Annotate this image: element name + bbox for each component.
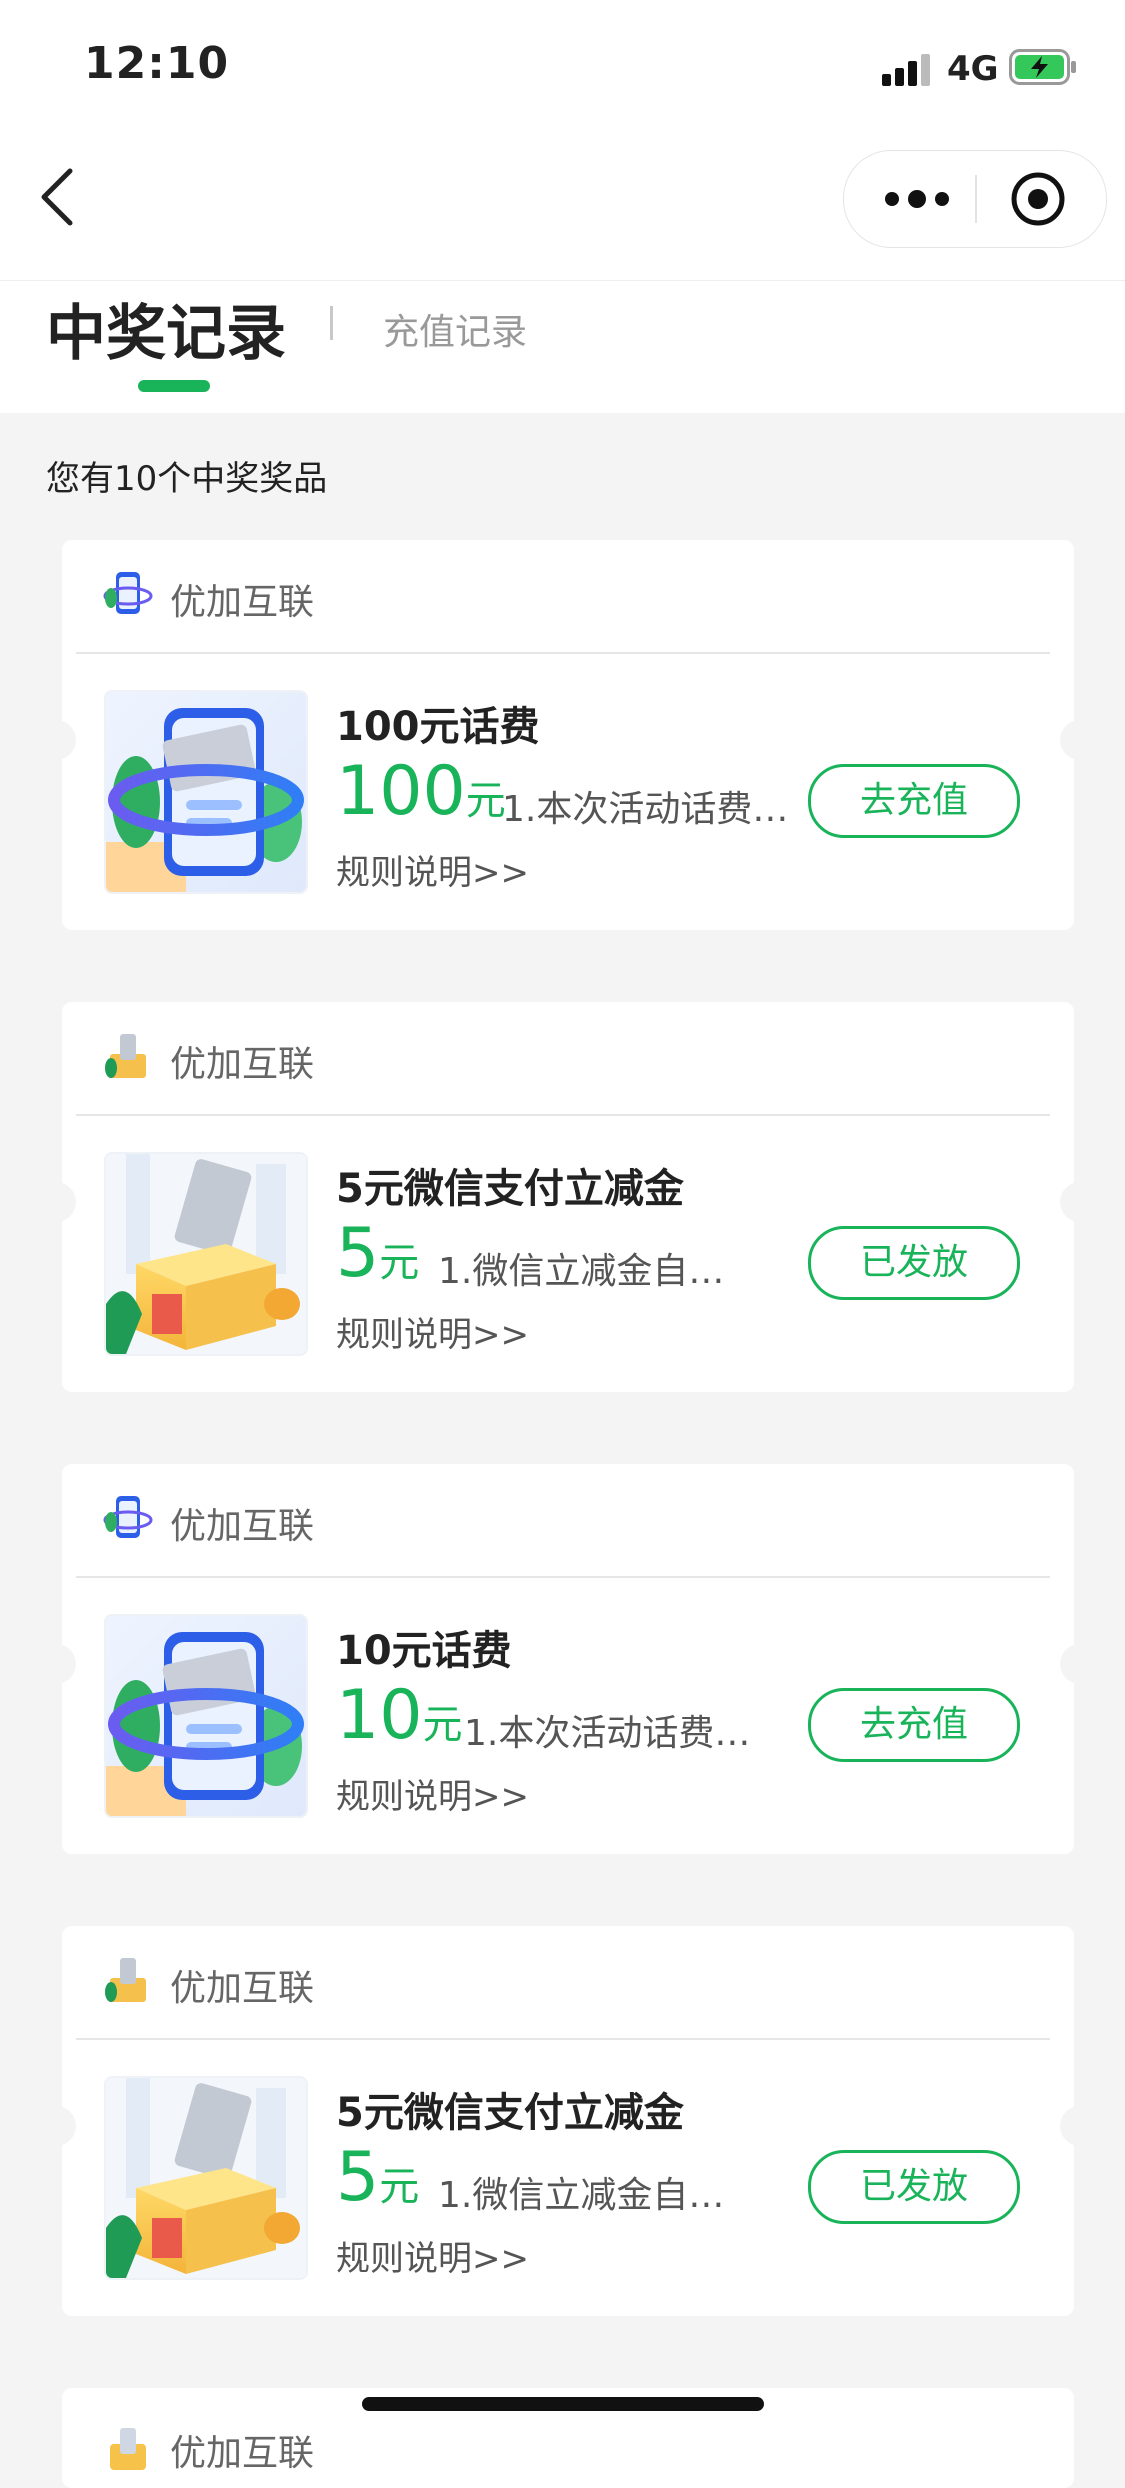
prize-title: 5元微信支付立减金: [336, 2090, 684, 2136]
card-notch-right: [1060, 1644, 1084, 1684]
rules-link[interactable]: 规则说明>>: [336, 2231, 529, 2280]
card-notch-left: [52, 2106, 76, 2146]
back-arrow-icon[interactable]: [38, 165, 78, 230]
card-notch-right: [1060, 1182, 1084, 1222]
card-divider: [76, 1114, 1050, 1116]
prize-title: 10元话费: [336, 1628, 512, 1674]
prize-card[interactable]: 优加互联 10元话费 10元 1.本次活动话费… 规则说明>> 去充值: [52, 1464, 1084, 1854]
issued-button[interactable]: 已发放: [808, 1226, 1020, 1300]
prize-description: 1.微信立减金自…: [438, 1251, 725, 1292]
more-dots-icon[interactable]: [884, 181, 950, 217]
recharge-button[interactable]: 去充值: [808, 1688, 1020, 1762]
prize-amount-unit: 元: [465, 778, 506, 824]
shop-name: 优加互联: [170, 1044, 315, 1085]
prize-card[interactable]: 优加互联 5元微信支付立减金 5元 1.微信立减金自… 规则说明>> 已发放: [52, 1926, 1084, 2316]
shop-name: 优加互联: [170, 1506, 315, 1547]
prize-thumbnail: [104, 1152, 308, 1356]
prize-thumbnail: [104, 2076, 308, 2280]
prize-amount-unit: 元: [379, 2164, 420, 2210]
home-indicator: [362, 2397, 764, 2411]
card-notch-left: [52, 1182, 76, 1222]
card-divider: [76, 1576, 1050, 1578]
shop-name: 优加互联: [170, 2433, 315, 2474]
mini-program-capsule: [843, 150, 1107, 248]
prize-amount: 100元: [336, 758, 506, 826]
rules-link[interactable]: 规则说明>>: [336, 1307, 529, 1356]
gift-box-icon: [110, 2428, 146, 2470]
rules-link[interactable]: 规则说明>>: [336, 1769, 529, 1818]
prize-amount-value: 100: [336, 752, 466, 831]
shop-name: 优加互联: [170, 1968, 315, 2009]
rules-link[interactable]: 规则说明>>: [336, 845, 529, 894]
card-notch-left: [52, 720, 76, 760]
prize-thumbnail: [104, 690, 308, 894]
prize-description: 1.微信立减金自…: [438, 2175, 725, 2216]
prize-description: 1.本次活动话费…: [502, 789, 789, 830]
prize-card[interactable]: 优加互联 100元话费 100元 1.本次活动话费… 规则说明>> 去充值: [52, 540, 1084, 930]
card-notch-right: [1060, 2106, 1084, 2146]
card-divider: [76, 2038, 1050, 2040]
capsule-divider: [975, 175, 977, 223]
phone-card-icon: [103, 1496, 153, 1538]
prize-amount: 5元: [336, 1220, 419, 1288]
tab-divider: [330, 306, 333, 340]
gift-box-icon: [105, 1034, 146, 1078]
card-notch-left: [52, 1644, 76, 1684]
prize-amount-unit: 元: [379, 1240, 420, 1286]
shop-name: 优加互联: [170, 582, 315, 623]
close-target-icon[interactable]: [1010, 171, 1066, 227]
prize-amount-value: 5: [336, 1214, 380, 1293]
card-notch-right: [1060, 720, 1084, 760]
prize-amount-unit: 元: [422, 1702, 463, 1748]
prize-count: 您有10个中奖奖品: [46, 459, 328, 499]
card-divider: [76, 652, 1050, 654]
tab-recharge-records[interactable]: 充值记录: [383, 303, 527, 355]
prize-amount-value: 5: [336, 2138, 380, 2217]
status-time: 12:10: [84, 38, 230, 89]
tab-winning-records[interactable]: 中奖记录: [46, 285, 286, 372]
prize-amount: 5元: [336, 2144, 419, 2212]
phone-card-icon: [103, 572, 153, 614]
signal-icon: [882, 52, 934, 86]
prize-description: 1.本次活动话费…: [464, 1713, 751, 1754]
gift-box-icon: [105, 1958, 146, 2002]
prize-title: 5元微信支付立减金: [336, 1166, 684, 1212]
prize-title: 100元话费: [336, 704, 540, 750]
issued-button[interactable]: 已发放: [808, 2150, 1020, 2224]
prize-amount: 10元: [336, 1682, 463, 1750]
status-bar: 12:10 4G: [0, 0, 1125, 140]
prize-card[interactable]: 优加互联 5元微信支付立减金 5元 1.微信立减金自… 规则说明>> 已发放: [52, 1002, 1084, 1392]
prize-thumbnail: [104, 1614, 308, 1818]
prize-amount-value: 10: [336, 1676, 423, 1755]
battery-icon: [1009, 49, 1076, 85]
active-tab-indicator: [138, 380, 210, 392]
recharge-button[interactable]: 去充值: [808, 764, 1020, 838]
network-type: 4G: [947, 49, 999, 89]
